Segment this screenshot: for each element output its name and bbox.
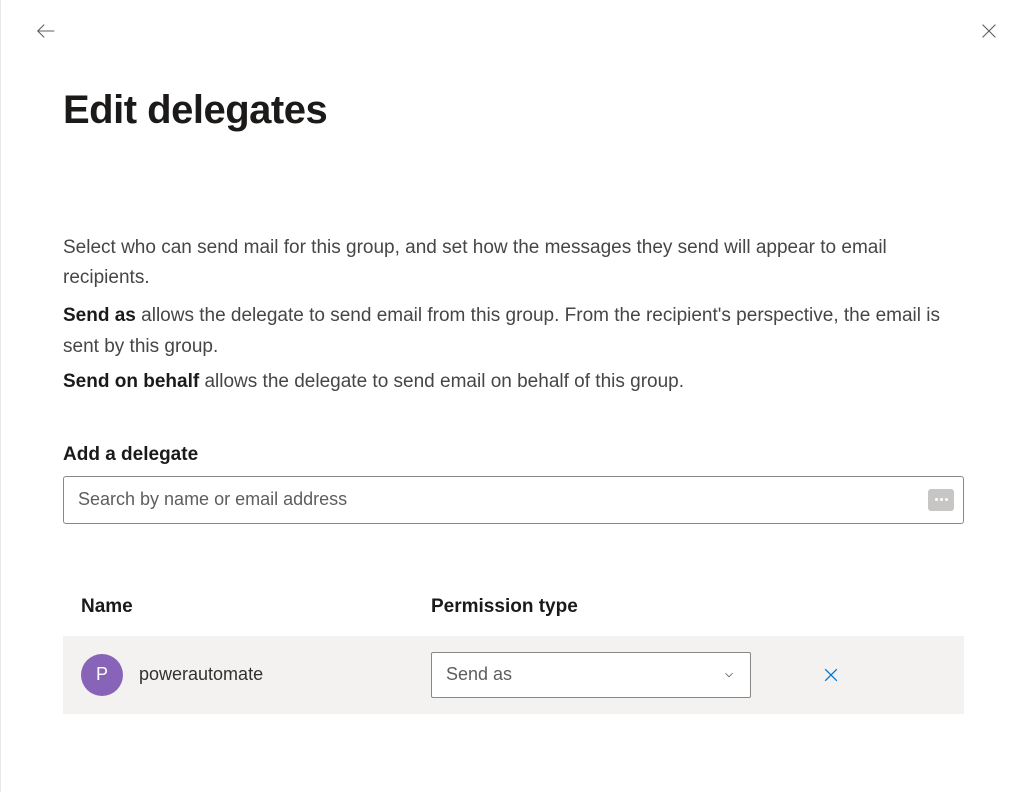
delegate-name: powerautomate xyxy=(139,664,263,685)
dot-icon xyxy=(945,498,948,501)
edit-delegates-panel: Edit delegates Select who can send mail … xyxy=(0,0,1024,792)
top-bar xyxy=(1,0,1024,48)
chevron-down-icon xyxy=(722,668,736,682)
close-button[interactable] xyxy=(972,14,1006,48)
permission-select[interactable]: Send as xyxy=(431,652,751,698)
send-behalf-description: Send on behalf allows the delegate to se… xyxy=(63,366,964,397)
send-as-text: allows the delegate to send email from t… xyxy=(63,305,940,357)
close-icon xyxy=(821,665,841,685)
content-area: Edit delegates Select who can send mail … xyxy=(1,48,1024,714)
dot-icon xyxy=(935,498,938,501)
column-name-header: Name xyxy=(81,596,431,618)
close-icon xyxy=(978,20,1000,42)
search-container xyxy=(63,476,964,524)
search-input[interactable] xyxy=(63,476,964,524)
send-as-label: Send as xyxy=(63,305,136,326)
delegates-table: Name Permission type P powerautomate Sen… xyxy=(63,596,964,714)
remove-delegate-button[interactable] xyxy=(815,659,847,691)
send-as-description: Send as allows the delegate to send emai… xyxy=(63,300,964,363)
avatar: P xyxy=(81,654,123,696)
dot-icon xyxy=(940,498,943,501)
column-permission-header: Permission type xyxy=(431,596,771,618)
send-behalf-text: allows the delegate to send email on beh… xyxy=(199,371,684,392)
arrow-left-icon xyxy=(35,20,57,42)
search-more-button[interactable] xyxy=(928,489,954,511)
permission-select-value: Send as xyxy=(446,664,722,685)
back-button[interactable] xyxy=(29,14,63,48)
column-action-header xyxy=(771,596,946,618)
permission-cell: Send as xyxy=(431,652,771,698)
send-behalf-label: Send on behalf xyxy=(63,371,199,392)
intro-text: Select who can send mail for this group,… xyxy=(63,233,964,294)
page-title: Edit delegates xyxy=(63,88,964,133)
name-cell: P powerautomate xyxy=(81,654,431,696)
add-delegate-label: Add a delegate xyxy=(63,444,964,466)
action-cell xyxy=(771,659,946,691)
table-row: P powerautomate Send as xyxy=(63,636,964,714)
table-header: Name Permission type xyxy=(63,596,964,636)
